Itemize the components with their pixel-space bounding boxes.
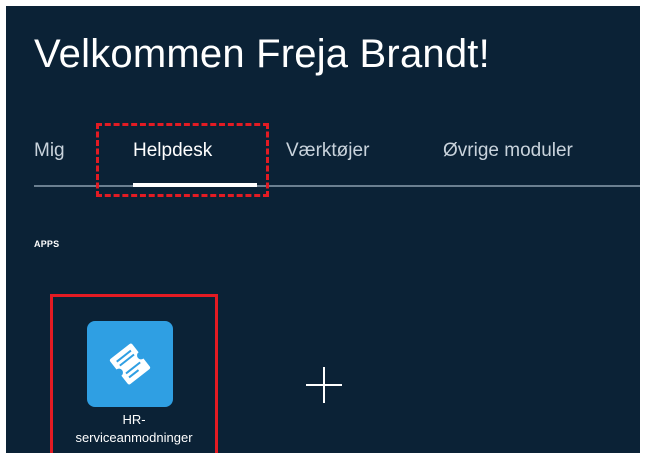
add-app-button[interactable] (300, 361, 348, 409)
app-label: HR- serviceanmodninger (53, 411, 215, 447)
app-label-line1: HR- (122, 412, 146, 427)
app-tile-hr-serviceanmodninger[interactable]: HR- serviceanmodninger (50, 294, 218, 453)
welcome-heading: Velkommen Freja Brandt! (34, 32, 490, 76)
app-label-line2: serviceanmodninger (75, 430, 193, 445)
app-icon-tile (87, 321, 173, 407)
tab-mig[interactable]: Mig (34, 140, 65, 162)
helpdesk-highlight-box (96, 123, 269, 197)
plus-icon (306, 367, 342, 403)
ticket-icon (109, 343, 151, 385)
apps-section-label: APPS (34, 239, 60, 249)
tab-oevrige-moduler[interactable]: Øvrige moduler (443, 140, 573, 162)
app-panel: Velkommen Freja Brandt! Mig Helpdesk Vær… (6, 6, 640, 453)
tab-vaerktoejer[interactable]: Værktøjer (286, 140, 369, 162)
